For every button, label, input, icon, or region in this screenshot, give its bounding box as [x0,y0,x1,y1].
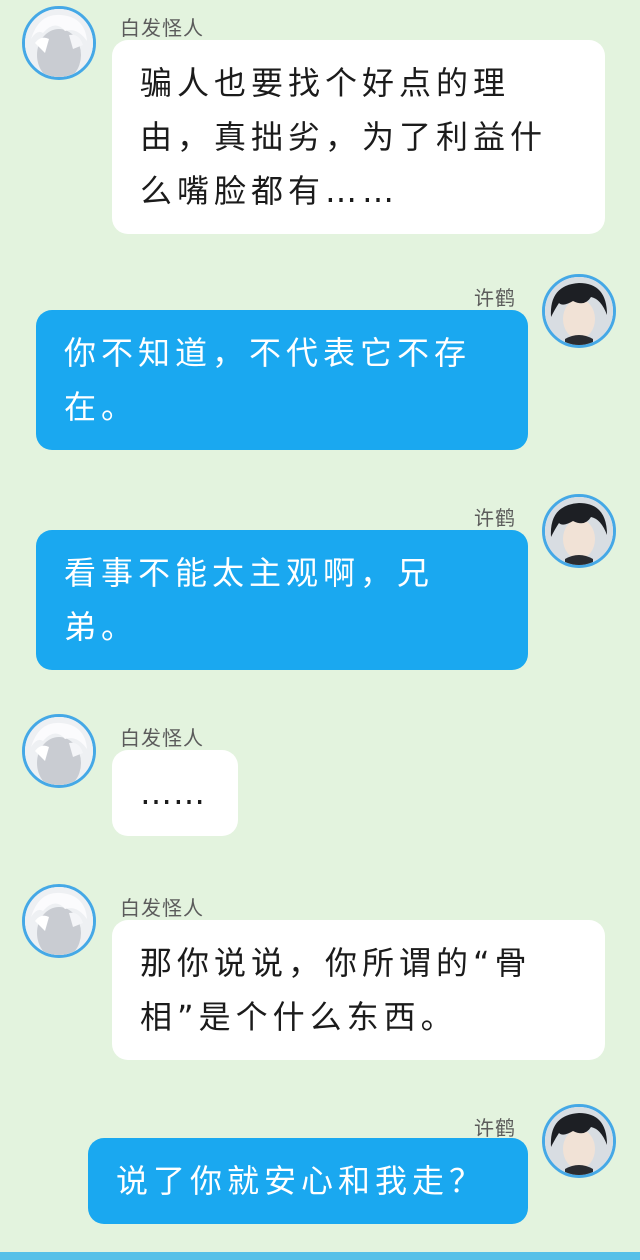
sender-name: 许鹤 [474,286,516,310]
sender-name: 白发怪人 [120,16,204,40]
sender-name: 许鹤 [474,1116,516,1140]
white-hair-avatar-icon[interactable] [22,714,96,788]
dark-hair-avatar-icon[interactable] [542,1104,616,1178]
bottom-bar [0,1252,640,1260]
message-bubble[interactable]: 骗人也要找个好点的理由，真拙劣，为了利益什么嘴脸都有…… [112,40,605,234]
white-hair-avatar-icon[interactable] [22,6,96,80]
message-bubble[interactable]: …… [112,750,238,836]
message-bubble[interactable]: 说了你就安心和我走？ [88,1138,528,1224]
message-bubble[interactable]: 你不知道，不代表它不存在。 [36,310,528,450]
message-bubble[interactable]: 看事不能太主观啊，兄弟。 [36,530,528,670]
chat-conversation[interactable]: 白发怪人 骗人也要找个好点的理由，真拙劣，为了利益什么嘴脸都有…… 许鹤 你不知… [0,0,640,1260]
dark-hair-avatar-icon[interactable] [542,274,616,348]
sender-name: 白发怪人 [120,896,204,920]
sender-name: 许鹤 [474,506,516,530]
white-hair-avatar-icon[interactable] [22,884,96,958]
message-bubble[interactable]: 那你说说，你所谓的“骨相”是个什么东西。 [112,920,605,1060]
sender-name: 白发怪人 [120,726,204,750]
dark-hair-avatar-icon[interactable] [542,494,616,568]
